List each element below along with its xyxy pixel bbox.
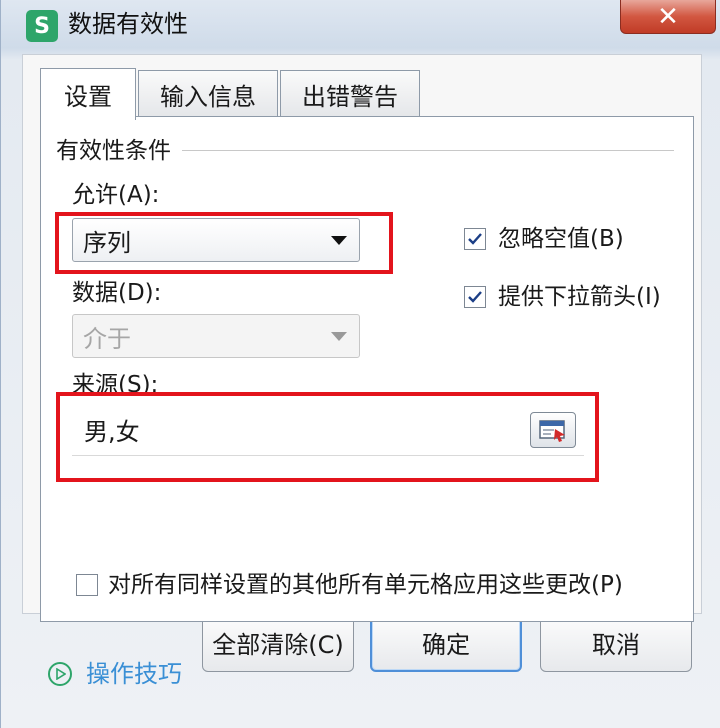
tab-input-message[interactable]: 输入信息 (138, 70, 278, 118)
checkmark-icon (468, 291, 482, 303)
play-circle-icon[interactable] (48, 662, 72, 686)
tab-settings[interactable]: 设置 (40, 68, 136, 120)
dropdown-arrow-checkbox[interactable] (464, 286, 486, 308)
data-label: 数据(D): (72, 280, 162, 306)
checkmark-icon (468, 233, 482, 245)
data-select[interactable]: 介于 (72, 314, 360, 358)
allow-highlight-box (55, 212, 393, 274)
operation-tips-link[interactable]: 操作技巧 (86, 658, 182, 690)
apply-all-label: 对所有同样设置的其他所有单元格应用这些更改(P) (108, 572, 623, 598)
app-logo-icon: S (26, 10, 58, 42)
group-divider (182, 150, 674, 151)
dropdown-arrow-label: 提供下拉箭头(I) (498, 284, 661, 310)
apply-all-checkbox[interactable] (76, 574, 98, 596)
dialog-title: 数据有效性 (68, 10, 188, 38)
ignore-blank-checkbox[interactable] (464, 228, 486, 250)
chevron-down-icon (331, 332, 347, 341)
allow-label: 允许(A): (72, 182, 160, 208)
ignore-blank-label: 忽略空值(B) (498, 226, 624, 252)
data-select-value: 介于 (83, 324, 131, 353)
source-highlight-box (56, 392, 599, 482)
validity-criteria-group-title: 有效性条件 (56, 138, 171, 164)
title-bar: S 数据有效性 ✕ (0, 0, 720, 52)
close-icon: ✕ (657, 1, 679, 32)
close-button[interactable]: ✕ (620, 0, 716, 34)
tab-error-alert[interactable]: 出错警告 (280, 70, 420, 118)
